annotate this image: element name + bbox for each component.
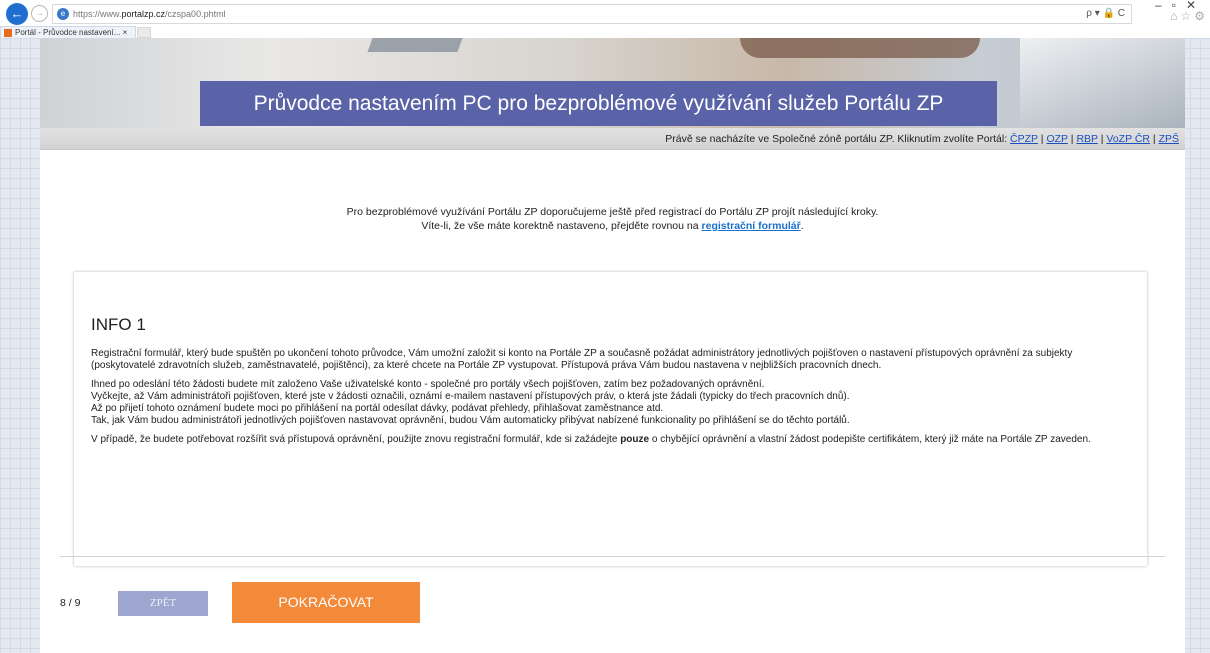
- page-content: Průvodce nastavením PC pro bezproblémové…: [40, 38, 1185, 653]
- info-paragraph-2: Ihned po odeslání této žádosti budete mí…: [91, 379, 850, 426]
- banner-photo-element: [1020, 38, 1185, 128]
- portal-link-zps[interactable]: ZPŠ: [1159, 133, 1179, 145]
- info-paragraph-1: Registrační formulář, který bude spuštěn…: [91, 348, 1073, 371]
- address-tools[interactable]: ρ ▾ 🔒 C: [1086, 8, 1125, 19]
- tab-favicon-icon: [4, 29, 12, 37]
- info-body: Registrační formulář, který bude spuštěn…: [91, 348, 1136, 453]
- continue-button[interactable]: POKRAČOVAT: [232, 582, 420, 623]
- intro-text: Pro bezproblémové využívání Portálu ZP d…: [40, 205, 1185, 233]
- banner-photo-element: [740, 38, 980, 58]
- portal-link-vozp[interactable]: VoZP ČR: [1106, 133, 1150, 145]
- header-banner: Průvodce nastavením PC pro bezproblémové…: [40, 38, 1185, 128]
- portal-link-cpzp[interactable]: ČPZP: [1010, 133, 1038, 145]
- intro-line-2: Víte-li, že vše máte korektně nastaveno,…: [421, 220, 804, 232]
- portal-link-ozp[interactable]: OZP: [1046, 133, 1067, 145]
- page-title: Průvodce nastavením PC pro bezproblémové…: [200, 81, 997, 126]
- new-tab-button[interactable]: [137, 27, 151, 38]
- toolbar-icons[interactable]: ⌂☆⚙: [1170, 9, 1208, 23]
- footer-divider: [60, 556, 1165, 557]
- browser-chrome: ← → e https://www.portalzp.cz/czspa00.ph…: [0, 0, 1210, 38]
- portal-selector-strip: Právě se nacházíte ve Společné zóně port…: [40, 128, 1185, 150]
- forward-arrow-icon[interactable]: →: [31, 5, 48, 22]
- portal-link-rbp[interactable]: RBP: [1076, 133, 1097, 145]
- registration-form-link[interactable]: registrační formulář: [702, 220, 801, 232]
- tab-title: Portál - Průvodce nastavení...: [15, 28, 121, 37]
- site-favicon-icon: e: [57, 8, 69, 20]
- back-arrow-icon[interactable]: ←: [6, 3, 28, 25]
- intro-line-1: Pro bezproblémové využívání Portálu ZP d…: [346, 206, 879, 218]
- portal-selector-text: Právě se nacházíte ve Společné zóně port…: [665, 133, 1179, 145]
- banner-photo-element: [367, 38, 463, 52]
- url-text[interactable]: https://www.portalzp.cz/czspa00.phtml: [73, 9, 226, 19]
- back-button[interactable]: ZPĚT: [118, 591, 208, 616]
- step-counter: 8 / 9: [60, 597, 81, 609]
- tab-close-icon[interactable]: ×: [123, 28, 128, 37]
- tab-portal[interactable]: Portál - Průvodce nastavení... ×: [0, 26, 136, 38]
- info-card: INFO 1 Registrační formulář, který bude …: [74, 272, 1147, 566]
- address-bar[interactable]: e https://www.portalzp.cz/czspa00.phtml …: [52, 4, 1132, 24]
- info-title: INFO 1: [91, 315, 146, 334]
- info-paragraph-3: V případě, že budete potřebovat rozšířit…: [91, 434, 1091, 445]
